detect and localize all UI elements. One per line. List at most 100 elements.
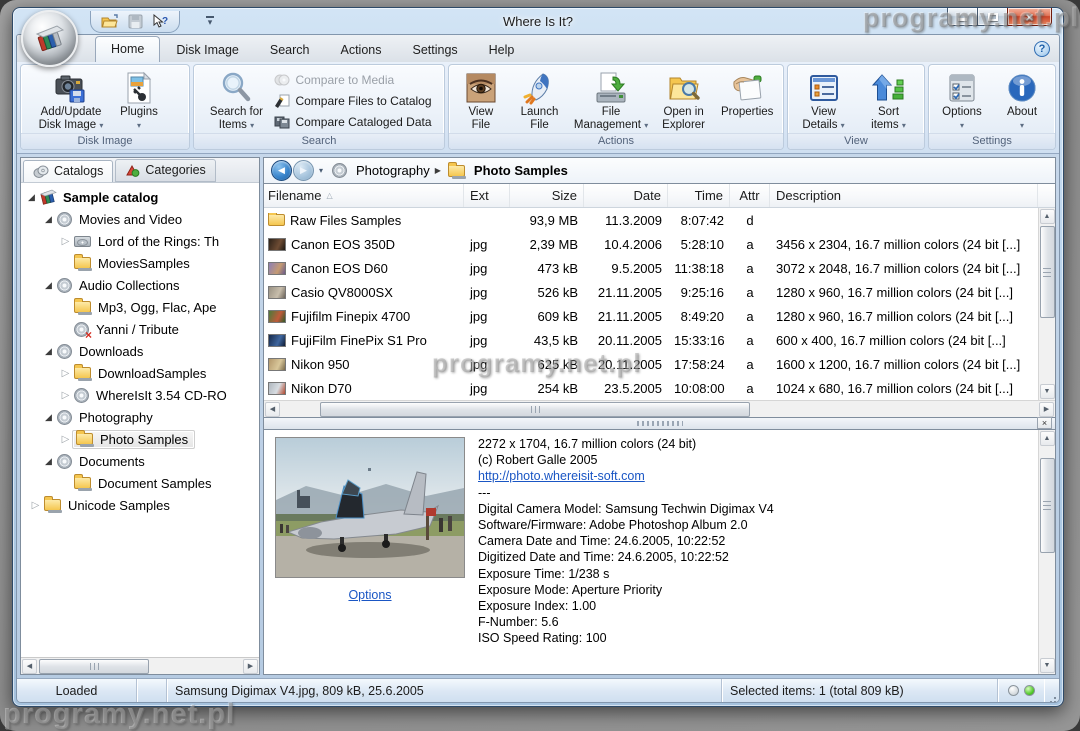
scroll-down-icon[interactable]: ▼ <box>1040 658 1055 673</box>
column-header-date[interactable]: Date <box>584 184 668 207</box>
tree-item-mp3-ogg-flac-ape[interactable]: Mp3, Ogg, Flac, Ape <box>21 296 259 318</box>
scroll-right-icon[interactable]: ▶ <box>1039 402 1054 417</box>
tree-item-photography[interactable]: ◢ Photography <box>21 406 259 428</box>
open-catalog-button[interactable] <box>100 13 120 31</box>
forward-button[interactable]: ▶ <box>293 160 314 181</box>
add-update-disk-image-button[interactable]: Add/UpdateDisk Image ▾ <box>37 67 105 133</box>
expanded-icon[interactable]: ◢ <box>42 346 55 357</box>
preview-info-link[interactable]: http://photo.whereisit-soft.com <box>478 468 1034 484</box>
scrollbar-thumb[interactable] <box>1040 226 1055 318</box>
file-management-button[interactable]: FileManagement ▾ <box>569 67 652 133</box>
expanded-icon[interactable]: ◢ <box>42 280 55 291</box>
compare-cataloged-data-button[interactable]: Compare Cataloged Data <box>270 111 435 132</box>
column-header-description[interactable]: Description <box>770 184 1038 207</box>
collapsed-icon[interactable]: ▷ <box>29 500 42 511</box>
collapsed-icon[interactable]: ▷ <box>59 236 72 247</box>
tab-search[interactable]: Search <box>255 38 325 62</box>
scrollbar-thumb[interactable] <box>320 402 750 417</box>
scroll-down-icon[interactable]: ▼ <box>1040 384 1055 399</box>
application-button[interactable] <box>21 10 78 67</box>
column-header-ext[interactable]: Ext <box>464 184 510 207</box>
scroll-up-icon[interactable]: ▲ <box>1040 431 1055 446</box>
collapsed-icon[interactable]: ▷ <box>59 434 72 445</box>
collapsed-icon[interactable]: ▷ <box>59 390 72 401</box>
minimize-button[interactable] <box>947 8 977 26</box>
back-button[interactable]: ◀ <box>271 160 292 181</box>
preview-splitter[interactable]: × <box>263 418 1056 429</box>
table-row[interactable]: Canon EOS 350D jpg2,39 MB 10.4.20065:28:… <box>264 232 1038 256</box>
tree-item-moviessamples[interactable]: MoviesSamples <box>21 252 259 274</box>
tab-catalogs[interactable]: Catalogs <box>23 160 113 182</box>
expanded-icon[interactable]: ◢ <box>42 214 55 225</box>
expanded-icon[interactable]: ◢ <box>25 192 38 203</box>
tab-categories[interactable]: Categories <box>115 159 215 182</box>
launch-file-button[interactable]: LaunchFile <box>510 67 570 133</box>
about-button[interactable]: About▾ <box>992 67 1052 133</box>
scroll-up-icon[interactable]: ▲ <box>1040 209 1055 224</box>
scroll-left-icon[interactable]: ◀ <box>22 659 37 674</box>
close-button[interactable]: × <box>1007 8 1052 26</box>
tree-item-whereisit-cdrom[interactable]: ▷ WhereIsIt 3.54 CD-RO <box>21 384 259 406</box>
splitter-grip[interactable] <box>637 421 683 426</box>
column-header-size[interactable]: Size <box>510 184 584 207</box>
options-button[interactable]: Options▾ <box>932 67 992 133</box>
tab-disk-image[interactable]: Disk Image <box>161 38 254 62</box>
tab-home[interactable]: Home <box>95 36 160 62</box>
tree-item-yanni-tribute[interactable]: Yanni / Tribute <box>21 318 259 340</box>
preview-options-link[interactable]: Options <box>348 588 391 602</box>
save-button[interactable] <box>125 13 145 31</box>
view-details-button[interactable]: ViewDetails ▾ <box>791 67 856 133</box>
expanded-icon[interactable]: ◢ <box>42 456 55 467</box>
tab-help[interactable]: Help <box>474 38 530 62</box>
breadcrumb-item-photography[interactable]: Photography <box>356 163 430 178</box>
context-help-button[interactable]: ? <box>150 13 170 31</box>
table-row[interactable]: Raw Files Samples 93,9 MB 11.3.20098:07:… <box>264 208 1038 232</box>
compare-files-to-catalog-button[interactable]: Compare Files to Catalog <box>270 90 435 111</box>
collapsed-icon[interactable]: ▷ <box>59 368 72 379</box>
tree-item-audio-collections[interactable]: ◢ Audio Collections <box>21 274 259 296</box>
table-row[interactable]: Casio QV8000SX jpg526 kB 21.11.20059:25:… <box>264 280 1038 304</box>
table-row[interactable]: Fujifilm Finepix 4700 jpg609 kB 21.11.20… <box>264 304 1038 328</box>
tree-item-movies-and-video[interactable]: ◢ Movies and Video <box>21 208 259 230</box>
tree-item-sample-catalog[interactable]: ◢ Sample catalog <box>21 186 259 208</box>
tree-item-document-samples[interactable]: Document Samples <box>21 472 259 494</box>
table-row[interactable]: FujiFilm FinePix S1 Pro jpg43,5 kB 20.11… <box>264 328 1038 352</box>
view-file-button[interactable]: ViewFile <box>452 67 510 133</box>
expanded-icon[interactable]: ◢ <box>42 412 55 423</box>
file-list-vertical-scrollbar[interactable]: ▲ ▼ <box>1038 208 1055 400</box>
table-row[interactable]: Nikon 950 jpg625 kB 20.11.200517:58:24 a… <box>264 352 1038 376</box>
tree-item-downloads[interactable]: ◢ Downloads <box>21 340 259 362</box>
customize-qat-button[interactable]: ▾ <box>202 14 218 30</box>
sort-items-button[interactable]: Sortitems ▾ <box>856 67 921 133</box>
help-icon[interactable]: ? <box>1034 41 1050 57</box>
tab-settings[interactable]: Settings <box>397 38 472 62</box>
table-row[interactable]: Canon EOS D60 jpg473 kB 9.5.200511:38:18… <box>264 256 1038 280</box>
open-in-explorer-button[interactable]: Open inExplorer <box>653 67 715 133</box>
tree-item-downloadsamples[interactable]: ▷ DownloadSamples <box>21 362 259 384</box>
titlebar[interactable]: Where Is It? × ? ▾ <box>16 8 1060 34</box>
tree-item-unicode-samples[interactable]: ▷ Unicode Samples <box>21 494 259 516</box>
file-list-horizontal-scrollbar[interactable]: ◀ ▶ <box>264 400 1055 417</box>
resize-grip[interactable] <box>1044 679 1059 702</box>
tree-item-documents[interactable]: ◢ Documents <box>21 450 259 472</box>
plugins-button[interactable]: Plugins▾ <box>105 67 173 133</box>
scroll-right-icon[interactable]: ▶ <box>243 659 258 674</box>
column-header-attr[interactable]: Attr <box>730 184 770 207</box>
scrollbar-thumb[interactable] <box>1040 458 1055 553</box>
tree-item-photo-samples[interactable]: ▷ Photo Samples <box>21 428 259 450</box>
scroll-left-icon[interactable]: ◀ <box>265 402 280 417</box>
preview-vertical-scrollbar[interactable]: ▲ ▼ <box>1038 430 1055 674</box>
table-row[interactable]: Nikon D70 jpg254 kB 23.5.200510:08:00 a1… <box>264 376 1038 400</box>
history-dropdown-icon[interactable]: ▾ <box>319 166 323 175</box>
properties-button[interactable]: Properties <box>714 67 780 120</box>
scrollbar-thumb[interactable] <box>39 659 149 674</box>
tab-actions[interactable]: Actions <box>325 38 396 62</box>
tree-horizontal-scrollbar[interactable]: ◀ ▶ <box>21 657 259 674</box>
close-preview-button[interactable]: × <box>1037 417 1052 429</box>
column-header-filename[interactable]: Filename△ <box>264 184 464 207</box>
tree-item-lord-of-the-rings[interactable]: ▷ Lord of the Rings: Th <box>21 230 259 252</box>
maximize-button[interactable] <box>977 8 1007 26</box>
search-for-items-button[interactable]: Search forItems ▾ <box>202 67 270 133</box>
column-header-time[interactable]: Time <box>668 184 730 207</box>
breadcrumb-item-photo-samples[interactable]: Photo Samples <box>474 163 568 178</box>
